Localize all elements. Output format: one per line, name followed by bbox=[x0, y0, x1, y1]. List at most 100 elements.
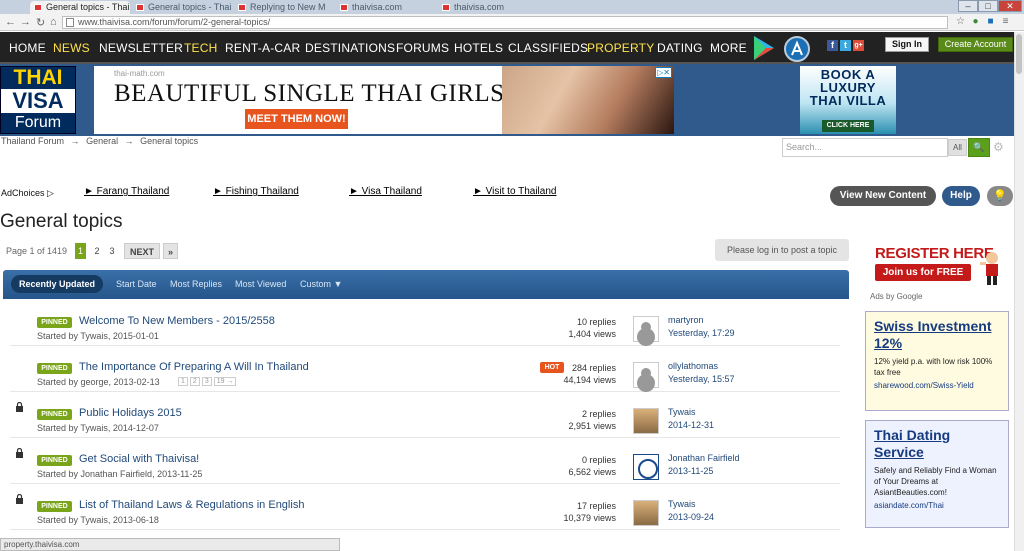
filter-recently-updated[interactable]: Recently Updated bbox=[11, 275, 104, 293]
nav-tech[interactable]: TECH bbox=[184, 41, 217, 55]
lightbulb-icon[interactable]: 💡 bbox=[987, 186, 1013, 206]
browser-tab[interactable]: thaivisa.com bbox=[438, 1, 538, 14]
forward-icon[interactable]: → bbox=[20, 16, 31, 28]
nav-property[interactable]: PROPERTY bbox=[587, 41, 654, 55]
ad-link[interactable]: ► Visit to Thailand bbox=[473, 186, 556, 197]
ad-link[interactable]: ► Visa Thailand bbox=[349, 186, 422, 197]
adchoices-label[interactable]: AdChoices ▷ bbox=[1, 188, 54, 199]
avatar[interactable] bbox=[633, 454, 659, 480]
page-link[interactable]: 2 bbox=[92, 243, 102, 259]
topic-row[interactable]: PINNED Get Social with Thaivisa! Started… bbox=[10, 438, 840, 484]
last-post-date[interactable]: Yesterday, 15:57 bbox=[668, 374, 735, 384]
last-poster-link[interactable]: Tywais bbox=[668, 499, 696, 509]
ad-link[interactable]: ► Farang Thailand bbox=[84, 186, 169, 197]
nav-hotels[interactable]: HOTELS bbox=[454, 41, 503, 55]
topic-row[interactable]: PINNED The Importance Of Preparing A Wil… bbox=[10, 346, 840, 392]
facebook-icon[interactable]: f bbox=[827, 40, 838, 51]
last-post-date[interactable]: Yesterday, 17:29 bbox=[668, 328, 735, 338]
last-poster-link[interactable]: Jonathan Fairfield bbox=[668, 453, 740, 463]
adchoices-icon[interactable]: ▷✕ bbox=[655, 67, 672, 78]
topic-page-link[interactable]: 1 bbox=[178, 377, 188, 386]
google-play-icon[interactable] bbox=[752, 35, 776, 61]
extension-icon[interactable]: ■ bbox=[985, 16, 996, 27]
ad-cta-button[interactable]: MEET THEM NOW! bbox=[245, 109, 348, 129]
topic-page-link[interactable]: 2 bbox=[189, 377, 200, 386]
app-store-icon[interactable] bbox=[784, 36, 810, 62]
topic-page-link[interactable]: 19 → bbox=[213, 377, 237, 386]
filter-start-date[interactable]: Start Date bbox=[116, 279, 157, 289]
extension-icon[interactable]: ● bbox=[970, 16, 981, 27]
sidebar-ad-headline[interactable]: Swiss Investment 12% bbox=[874, 318, 1000, 352]
browser-tab[interactable]: General topics - Thai bbox=[30, 1, 130, 14]
breadcrumb-link[interactable]: General bbox=[86, 136, 118, 146]
scrollbar-thumb[interactable] bbox=[1016, 34, 1022, 74]
nav-forums[interactable]: FORUMS bbox=[396, 41, 449, 55]
search-scope-select[interactable]: All bbox=[948, 139, 967, 156]
next-page-button[interactable]: NEXT bbox=[124, 243, 160, 259]
nav-more[interactable]: MORE bbox=[710, 41, 747, 55]
sidebar-ad-url[interactable]: asiandate.com/Thai bbox=[874, 501, 1000, 510]
reload-icon[interactable]: ↻ bbox=[36, 16, 45, 29]
topic-row[interactable]: PINNED List of Thailand Laws & Regulatio… bbox=[10, 484, 840, 530]
breadcrumb-link[interactable]: Thailand Forum bbox=[1, 136, 64, 146]
nav-classifieds[interactable]: CLASSIFIEDS bbox=[508, 41, 588, 55]
avatar[interactable] bbox=[633, 500, 659, 526]
last-poster-link[interactable]: Tywais bbox=[668, 407, 696, 417]
sign-in-button[interactable]: Sign In bbox=[885, 37, 929, 52]
last-post-date[interactable]: 2014-12-31 bbox=[668, 420, 714, 430]
nav-news[interactable]: NEWS bbox=[53, 41, 90, 55]
nav-destinations[interactable]: DESTINATIONS bbox=[305, 41, 395, 55]
topic-title-link[interactable]: Get Social with Thaivisa! bbox=[79, 453, 199, 465]
sidebar-ad-headline[interactable]: Thai Dating Service bbox=[874, 427, 1000, 461]
topic-title-link[interactable]: Welcome To New Members - 2015/2558 bbox=[79, 315, 275, 327]
topic-title-link[interactable]: Public Holidays 2015 bbox=[79, 407, 182, 419]
topic-title-link[interactable]: List of Thailand Laws & Regulations in E… bbox=[79, 499, 304, 511]
nav-dating[interactable]: DATING bbox=[657, 41, 703, 55]
url-input[interactable]: www.thaivisa.com/forum/forum/2-general-t… bbox=[62, 16, 948, 29]
last-page-button[interactable]: » bbox=[163, 243, 178, 259]
login-to-post-button[interactable]: Please log in to post a topic bbox=[715, 239, 849, 261]
browser-tab[interactable]: thaivisa.com bbox=[336, 1, 436, 14]
avatar[interactable] bbox=[633, 316, 659, 342]
topic-page-link[interactable]: 3 bbox=[201, 377, 212, 386]
topic-row[interactable]: PINNED Welcome To New Members - 2015/255… bbox=[10, 300, 840, 346]
page-link[interactable]: 3 bbox=[107, 243, 117, 259]
browser-tab[interactable]: General topics - Thai bbox=[132, 1, 232, 14]
home-icon[interactable]: ⌂ bbox=[50, 16, 57, 28]
filter-custom-dropdown[interactable]: Custom ▼ bbox=[300, 279, 342, 289]
gear-icon[interactable]: ⚙ bbox=[993, 140, 1007, 154]
filter-most-viewed[interactable]: Most Viewed bbox=[235, 279, 286, 289]
last-poster-link[interactable]: ollylathomas bbox=[668, 361, 718, 371]
banner-ad[interactable]: thai-math.com BEAUTIFUL SINGLE THAI GIRL… bbox=[94, 66, 674, 134]
avatar[interactable] bbox=[633, 362, 659, 388]
filter-most-replies[interactable]: Most Replies bbox=[170, 279, 222, 289]
sidebar-ad[interactable]: Thai Dating Service Safely and Reliably … bbox=[865, 420, 1009, 528]
star-icon[interactable]: ☆ bbox=[955, 16, 966, 27]
register-promo[interactable]: REGISTER HERE Join us for FREE bbox=[873, 244, 994, 284]
nav-rent-a-car[interactable]: RENT-A-CAR bbox=[225, 41, 300, 55]
sidebar-ad-url[interactable]: sharewood.com/Swiss-Yield bbox=[874, 381, 1000, 390]
create-account-button[interactable]: Create Account bbox=[938, 37, 1013, 52]
avatar[interactable] bbox=[633, 408, 659, 434]
villa-ad-cta[interactable]: CLICK HERE bbox=[822, 120, 874, 132]
maximize-button[interactable]: □ bbox=[978, 0, 998, 12]
search-input[interactable]: Search... bbox=[782, 138, 948, 157]
join-free-button[interactable]: Join us for FREE bbox=[875, 264, 971, 281]
nav-newsletter[interactable]: NEWSLETTER bbox=[99, 41, 183, 55]
sidebar-ad[interactable]: Swiss Investment 12% 12% yield p.a. with… bbox=[865, 311, 1009, 411]
site-logo[interactable]: THAI VISA Forum bbox=[0, 66, 76, 134]
close-window-button[interactable]: ✕ bbox=[998, 0, 1022, 12]
last-post-date[interactable]: 2013-11-25 bbox=[668, 466, 713, 476]
browser-tab[interactable]: Replying to New M bbox=[234, 1, 334, 14]
last-poster-link[interactable]: martyron bbox=[668, 315, 704, 325]
twitter-icon[interactable]: t bbox=[840, 40, 851, 51]
ad-link[interactable]: ► Fishing Thailand bbox=[213, 186, 299, 197]
back-icon[interactable]: ← bbox=[5, 16, 16, 28]
topic-row[interactable]: PINNED Public Holidays 2015 Started by T… bbox=[10, 392, 840, 438]
villa-ad[interactable]: BOOK A LUXURY THAI VILLA CLICK HERE bbox=[800, 66, 896, 134]
google-plus-icon[interactable]: g+ bbox=[853, 40, 864, 51]
help-button[interactable]: Help bbox=[942, 186, 980, 206]
last-post-date[interactable]: 2013-09-24 bbox=[668, 512, 714, 522]
minimize-button[interactable]: – bbox=[958, 0, 978, 12]
topic-title-link[interactable]: The Importance Of Preparing A Will In Th… bbox=[79, 361, 309, 373]
